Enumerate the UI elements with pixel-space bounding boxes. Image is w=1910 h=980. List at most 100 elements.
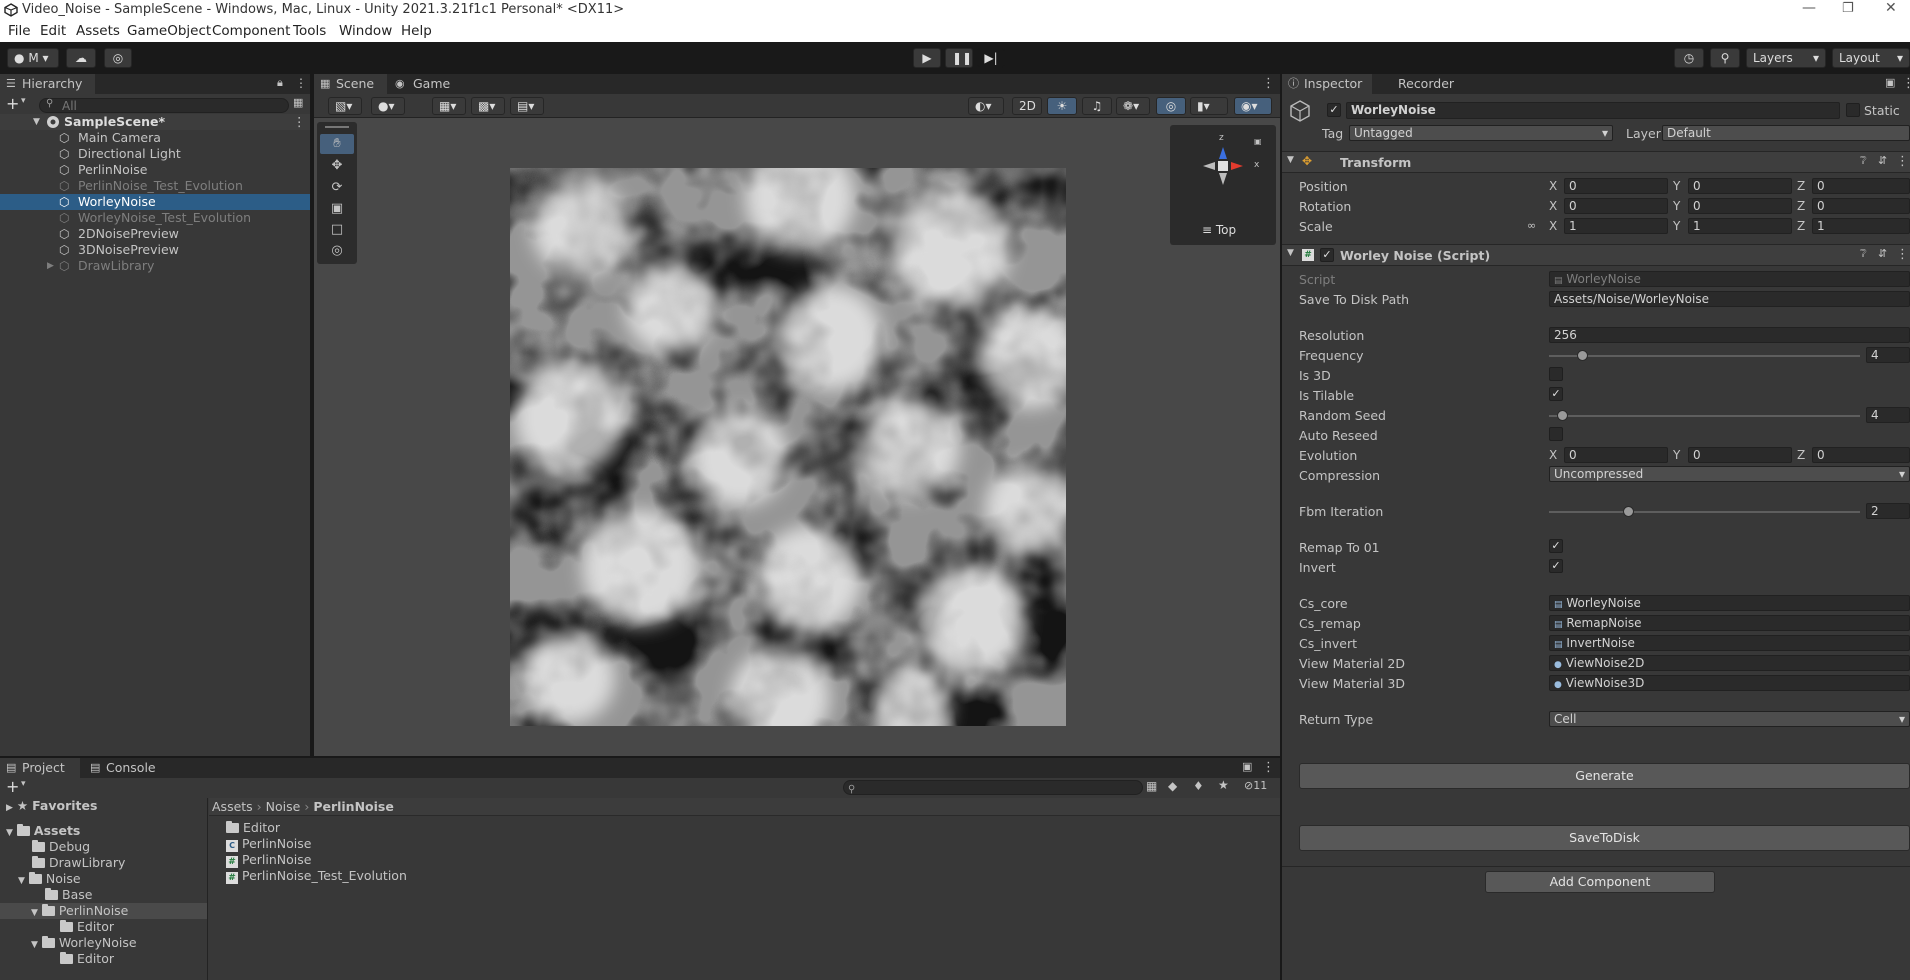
- list-item[interactable]: ▶ ⬡ DrawLibrary: [0, 258, 310, 274]
- frequency-field[interactable]: 4: [1866, 347, 1910, 363]
- menu-file[interactable]: File: [8, 23, 31, 39]
- expand-icon[interactable]: ▼: [31, 940, 38, 950]
- menu-assets[interactable]: Assets: [76, 23, 120, 39]
- list-item[interactable]: ⬡ PerlinNoise: [0, 162, 310, 178]
- add-icon[interactable]: +: [6, 777, 19, 796]
- grid-snap-button[interactable]: ▦▾: [432, 97, 466, 115]
- expand-icon[interactable]: ▼: [1287, 155, 1294, 165]
- search-button[interactable]: ⚲: [1710, 48, 1740, 68]
- position-y-field[interactable]: 0: [1688, 178, 1792, 194]
- transform-header[interactable]: ▼ ✥ Transform ❔︎ ⇵ ⋮: [1282, 151, 1910, 173]
- orientation-gizmo[interactable]: z x ▣ ≡ Top: [1170, 125, 1276, 245]
- expand-icon[interactable]: ▼: [1287, 248, 1294, 258]
- preset-icon[interactable]: ⇵: [1878, 247, 1887, 260]
- evolution-x-field[interactable]: 0: [1564, 447, 1668, 463]
- snap-button[interactable]: ▩▾: [471, 97, 505, 115]
- layers-dropdown[interactable]: Layers ▾: [1746, 48, 1826, 68]
- tree-item[interactable]: Base: [45, 887, 92, 903]
- expand-icon[interactable]: ▼: [18, 876, 25, 886]
- evolution-y-field[interactable]: 0: [1688, 447, 1792, 463]
- tab-hierarchy[interactable]: ☰ Hierarchy: [0, 74, 95, 94]
- star-icon[interactable]: ★: [1218, 778, 1229, 792]
- tab-inspector[interactable]: ⓘ Inspector: [1282, 74, 1372, 94]
- cs-core-field[interactable]: ▤ WorleyNoise: [1549, 595, 1910, 611]
- random-seed-slider-handle[interactable]: [1557, 410, 1568, 421]
- minimize-icon[interactable]: —: [1802, 0, 1816, 16]
- rotation-y-field[interactable]: 0: [1688, 198, 1792, 214]
- list-item-selected[interactable]: ⬡ WorleyNoise: [0, 194, 310, 210]
- visibility-toggle-button[interactable]: ◎: [1156, 97, 1186, 115]
- ruler-button[interactable]: ▤▾: [510, 97, 544, 115]
- transform-tool-button[interactable]: ◎: [320, 241, 354, 261]
- more-icon[interactable]: ⋮: [1896, 154, 1909, 169]
- assets-item[interactable]: ▼ Assets: [6, 823, 80, 839]
- scale-z-field[interactable]: 1: [1812, 218, 1910, 234]
- list-item[interactable]: ⬡ WorleyNoise_Test_Evolution: [0, 210, 310, 226]
- is-tilable-checkbox[interactable]: ✓: [1549, 387, 1563, 401]
- lock-icon[interactable]: 🔒︎: [277, 76, 283, 90]
- chevron-down-icon[interactable]: ▾: [21, 96, 26, 106]
- expand-icon[interactable]: ▼: [33, 114, 40, 130]
- compression-dropdown[interactable]: Uncompressed ▾: [1549, 466, 1910, 482]
- enabled-checkbox[interactable]: ✓: [1320, 248, 1334, 262]
- evolution-z-field[interactable]: 0: [1812, 447, 1910, 463]
- expand-icon[interactable]: ▶: [6, 803, 13, 813]
- is-3d-checkbox[interactable]: [1549, 367, 1563, 381]
- random-seed-slider-track[interactable]: [1549, 415, 1860, 417]
- global-button[interactable]: ●▾: [371, 97, 405, 115]
- tree-item[interactable]: Debug: [32, 839, 90, 855]
- cloud-button[interactable]: ☁: [66, 48, 96, 68]
- draw-mode-button[interactable]: ▧▾: [328, 97, 362, 115]
- 2d-toggle-button[interactable]: 2D: [1012, 97, 1042, 115]
- object-name-field[interactable]: WorleyNoise: [1346, 102, 1840, 119]
- project-search-input[interactable]: ⚲: [843, 780, 1143, 795]
- list-item[interactable]: ⬡ Directional Light: [0, 146, 310, 162]
- worley-script-header[interactable]: ▼ # ✓ Worley Noise (Script) ❔︎ ⇵ ⋮: [1282, 244, 1910, 266]
- lock-icon[interactable]: ▣: [1254, 137, 1262, 146]
- rotate-tool-button[interactable]: ⟳: [320, 178, 354, 198]
- active-checkbox[interactable]: ✓: [1327, 103, 1341, 117]
- preset-icon[interactable]: ⇵: [1878, 154, 1887, 167]
- add-icon[interactable]: +: [6, 94, 19, 113]
- tree-item[interactable]: ▼ Noise: [18, 871, 81, 887]
- scale-y-field[interactable]: 1: [1688, 218, 1792, 234]
- expand-icon[interactable]: ▶: [47, 258, 54, 274]
- list-item[interactable]: ⬡ 3DNoisePreview: [0, 242, 310, 258]
- save-path-field[interactable]: Assets/Noise/WorleyNoise: [1549, 291, 1910, 307]
- filter-label-icon[interactable]: ◆: [1168, 779, 1177, 793]
- return-type-dropdown[interactable]: Cell ▾: [1549, 711, 1910, 727]
- list-item[interactable]: ⬡ Main Camera: [0, 130, 310, 146]
- camera-button[interactable]: ▮▾: [1190, 97, 1228, 115]
- expand-icon[interactable]: ▼: [31, 908, 38, 918]
- help-icon[interactable]: ❔︎: [1860, 154, 1867, 168]
- breadcrumb-item[interactable]: Assets: [212, 799, 253, 814]
- list-item[interactable]: Editor: [226, 820, 280, 836]
- fbm-slider-handle[interactable]: [1623, 506, 1634, 517]
- effects-button[interactable]: ❁▾: [1116, 97, 1150, 115]
- add-component-button[interactable]: Add Component: [1485, 871, 1715, 893]
- shading-button[interactable]: ◐▾: [968, 97, 1004, 115]
- list-item[interactable]: ⬡ PerlinNoise_Test_Evolution: [0, 178, 310, 194]
- remap-checkbox[interactable]: ✓: [1549, 539, 1563, 553]
- position-x-field[interactable]: 0: [1564, 178, 1668, 194]
- expand-icon[interactable]: ▼: [6, 828, 13, 838]
- breadcrumb-item[interactable]: Noise: [266, 799, 301, 814]
- more-icon[interactable]: ⋮: [1896, 247, 1909, 262]
- tab-project[interactable]: ▤ Project: [0, 758, 80, 778]
- lock-icon[interactable]: ▣: [1885, 76, 1895, 89]
- fbm-field[interactable]: 2: [1866, 503, 1910, 519]
- more-icon[interactable]: ⋮: [1262, 76, 1275, 91]
- tab-scene[interactable]: ▦ Scene: [314, 74, 387, 94]
- play-button[interactable]: ▶: [913, 48, 941, 68]
- position-z-field[interactable]: 0: [1812, 178, 1910, 194]
- palette-grip[interactable]: [325, 126, 349, 128]
- view-material-3d-field[interactable]: ● ViewNoise3D: [1549, 675, 1910, 691]
- hierarchy-search-input[interactable]: All: [39, 98, 289, 113]
- tree-item[interactable]: Editor: [60, 951, 114, 967]
- fbm-slider-track[interactable]: [1549, 511, 1860, 513]
- auto-reseed-checkbox[interactable]: [1549, 427, 1563, 441]
- list-item[interactable]: # PerlinNoise: [226, 852, 311, 868]
- more-icon[interactable]: ⋮: [295, 76, 307, 90]
- search-filter-icon[interactable]: ▦: [293, 96, 303, 109]
- hand-tool-button[interactable]: ✋︎: [320, 134, 354, 154]
